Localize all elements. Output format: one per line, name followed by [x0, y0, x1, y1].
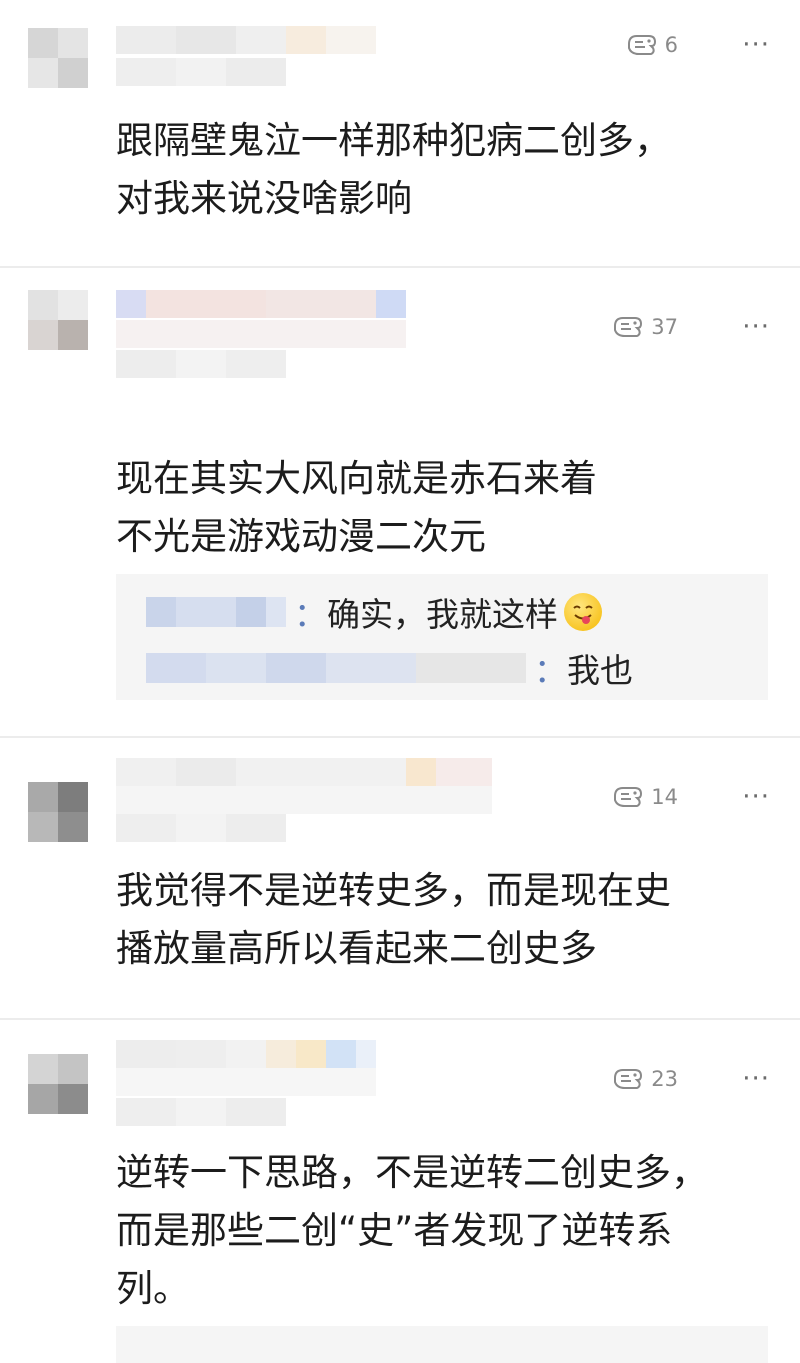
comment-4: 23 ··· 逆转一下思路，不是逆转二创史多， 而是那些二创“史”者发现了逆转系… [0, 1020, 800, 1363]
badge-blurred [116, 786, 492, 814]
yum-emoji-icon [564, 593, 602, 631]
badge-blurred [116, 1068, 376, 1096]
reply-box-partial [116, 1326, 768, 1363]
reply-text: 确实，我就这样 [327, 595, 558, 634]
reply-separator: ： [534, 651, 567, 690]
like-button[interactable]: 6 [625, 30, 678, 60]
meta-blurred [116, 58, 286, 86]
username-blurred[interactable] [116, 758, 492, 786]
comment-3: 14 ··· 我觉得不是逆转史多，而是现在史 播放量高所以看起来二创史多 [0, 738, 800, 1018]
comment-text: 我觉得不是逆转史多，而是现在史 播放量高所以看起来二创史多 [116, 869, 671, 970]
username-blurred[interactable] [116, 1040, 376, 1068]
avatar[interactable] [28, 28, 88, 88]
username-blurred[interactable] [116, 290, 406, 318]
reply-text: 我也 [567, 651, 633, 690]
like-button[interactable]: 37 [611, 312, 678, 342]
avatar[interactable] [28, 782, 88, 842]
like-hand-icon [627, 35, 656, 55]
reply-username-blurred[interactable] [146, 653, 526, 683]
more-dots-icon[interactable]: ··· [742, 312, 770, 342]
more-dots-icon[interactable]: ··· [742, 30, 770, 60]
like-button[interactable]: 23 [611, 1064, 678, 1094]
meta-blurred [116, 350, 286, 378]
like-hand-icon [614, 317, 643, 337]
reply-username-blurred[interactable] [146, 597, 286, 627]
more-dots-icon[interactable]: ··· [742, 1064, 770, 1094]
reply-box[interactable]: ： 确实，我就这样 ： 我也 [116, 574, 768, 700]
username-blurred[interactable] [116, 26, 376, 54]
like-count: 23 [651, 1067, 678, 1091]
meta-blurred [116, 814, 286, 842]
avatar[interactable] [28, 1054, 88, 1114]
reply-item[interactable]: ： 确实，我就这样 [146, 584, 602, 640]
comment-text: 逆转一下思路，不是逆转二创史多， 而是那些二创“史”者发现了逆转系 列。 [116, 1151, 708, 1310]
comment-2: 37 ··· 现在其实大风向就是赤石来着 不光是游戏动漫二次元 看见石就被硬控走… [0, 268, 800, 736]
more-dots-icon[interactable]: ··· [742, 782, 770, 812]
like-button[interactable]: 14 [611, 782, 678, 812]
like-hand-icon [614, 1069, 643, 1089]
badge-blurred [116, 320, 406, 348]
reply-separator: ： [294, 595, 327, 634]
meta-blurred [116, 1098, 286, 1126]
avatar[interactable] [28, 290, 88, 350]
comment-1: 6 ··· 跟隔壁鬼泣一样那种犯病二创多， 对我来说没啥影响 [0, 0, 800, 266]
like-count: 37 [651, 315, 678, 339]
comment-text: 跟隔壁鬼泣一样那种犯病二创多， 对我来说没啥影响 [116, 119, 671, 220]
like-hand-icon [614, 787, 643, 807]
reply-item[interactable]: ： 我也 [146, 640, 633, 696]
like-count: 14 [651, 785, 678, 809]
like-count: 6 [664, 33, 678, 57]
